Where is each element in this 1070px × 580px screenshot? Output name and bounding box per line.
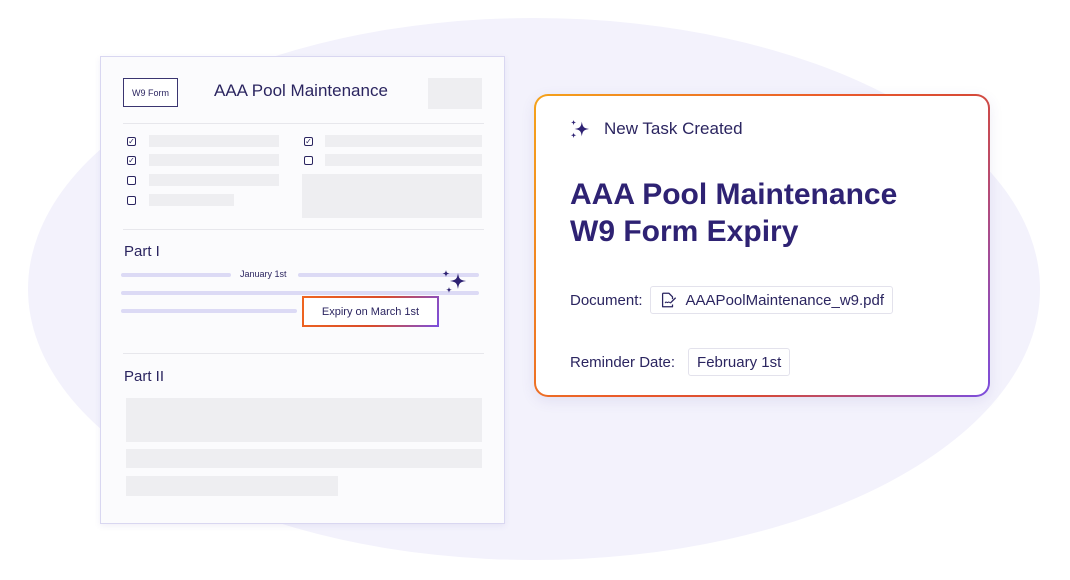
placeholder-line	[325, 154, 482, 166]
reminder-field: Reminder Date: February 1st	[570, 348, 791, 376]
form-type-tag: W9 Form	[123, 78, 178, 107]
task-title: AAA Pool Maintenance W9 Form Expiry	[570, 176, 970, 250]
checkbox	[127, 196, 136, 205]
task-card[interactable]: New Task Created AAA Pool Maintenance W9…	[534, 94, 990, 397]
checkbox: ✓	[127, 137, 136, 146]
divider	[123, 353, 484, 354]
divider	[123, 229, 484, 230]
reminder-label: Reminder Date:	[570, 353, 676, 371]
placeholder-block	[428, 78, 482, 109]
part-2-heading: Part II	[124, 368, 165, 385]
checkbox: ✓	[304, 137, 313, 146]
placeholder-line	[149, 154, 279, 166]
w9-document-preview: W9 Form AAA Pool Maintenance ✓ ✓ ✓ Part …	[100, 56, 505, 524]
checkbox	[127, 176, 136, 185]
date-label: January 1st	[237, 269, 290, 279]
highlight-line	[121, 273, 231, 277]
divider	[123, 123, 484, 124]
placeholder-line	[149, 135, 279, 147]
sparkles-icon	[570, 119, 590, 139]
placeholder-line	[325, 135, 482, 147]
placeholder-block	[302, 174, 482, 218]
highlight-line	[121, 291, 479, 295]
expiry-highlight: Expiry on March 1st	[302, 296, 439, 327]
placeholder-line	[149, 194, 234, 206]
sparkles-icon	[442, 270, 466, 293]
task-title-line-1: AAA Pool Maintenance	[570, 178, 898, 211]
card-header-text: New Task Created	[604, 119, 743, 138]
document-filename: AAAPoolMaintenance_w9.pdf	[685, 291, 885, 309]
card-header: New Task Created	[569, 118, 743, 140]
placeholder-line	[126, 476, 338, 496]
document-chip[interactable]: AAAPoolMaintenance_w9.pdf	[649, 286, 894, 314]
highlight-line	[121, 309, 297, 313]
placeholder-line	[149, 174, 279, 186]
reminder-date-chip[interactable]: February 1st	[688, 348, 791, 376]
placeholder-block	[126, 398, 482, 442]
checkbox: ✓	[127, 156, 136, 165]
task-title-line-2: W9 Form Expiry	[570, 215, 799, 248]
document-field: Document: AAAPoolMaintenance_w9.pdf	[570, 286, 894, 314]
checkbox	[304, 156, 313, 165]
part-1-heading: Part I	[124, 243, 160, 260]
file-signature-icon	[661, 292, 676, 308]
document-title: AAA Pool Maintenance	[214, 81, 388, 100]
placeholder-line	[126, 449, 482, 468]
document-label: Document:	[570, 291, 643, 309]
